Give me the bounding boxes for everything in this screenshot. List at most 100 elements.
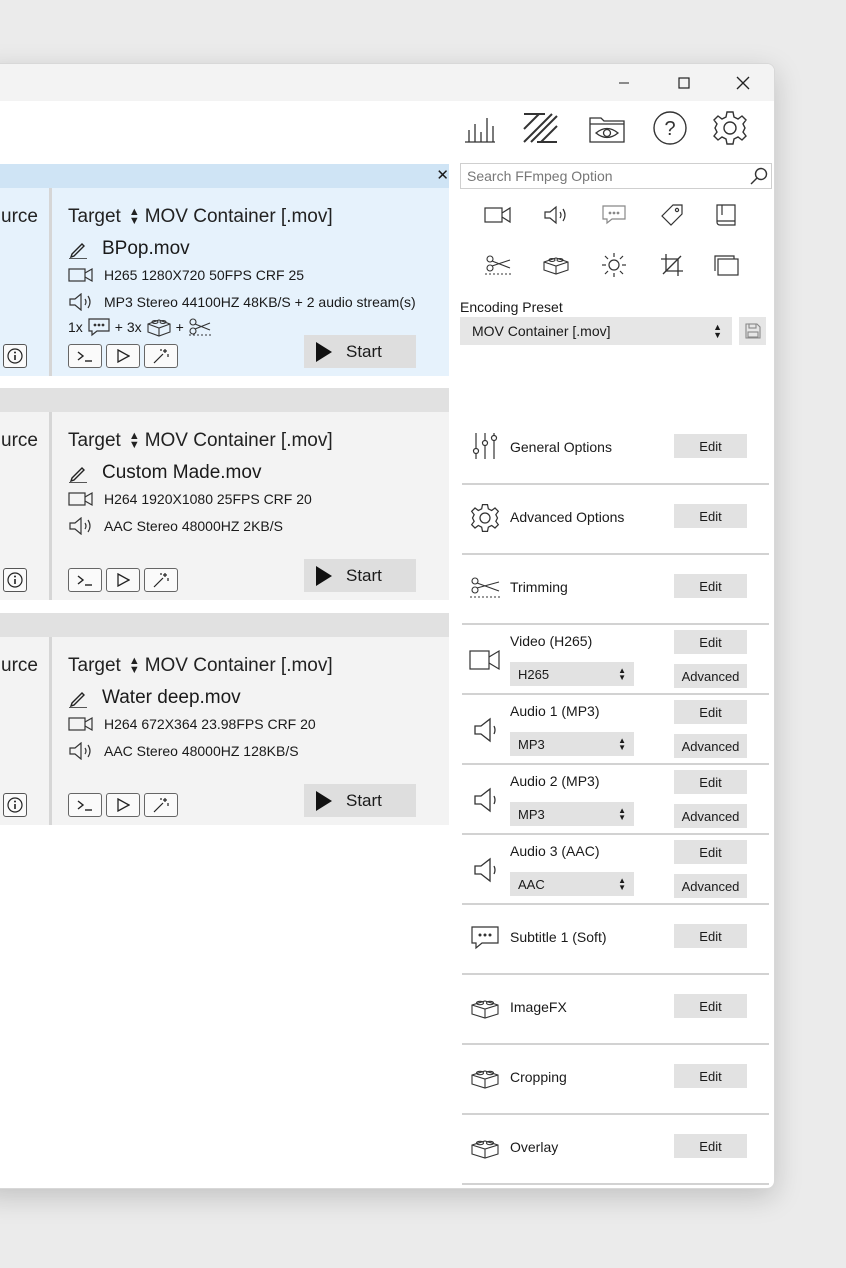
preview-button[interactable] — [106, 344, 140, 368]
codec-dropdown[interactable]: AAC ▲ ▼ — [510, 872, 634, 896]
job-card[interactable]: urce Target ▲ ▼ MOV Container [.mov] Wate… — [0, 637, 449, 825]
play-icon — [316, 341, 332, 362]
start-button[interactable]: Start — [304, 784, 416, 817]
info-button[interactable] — [3, 793, 27, 817]
advanced-button[interactable]: Advanced — [674, 734, 747, 758]
bar-chart-icon — [465, 118, 495, 143]
search-icon — [747, 165, 771, 187]
brightness-filter-button[interactable] — [596, 250, 632, 280]
console-button[interactable] — [68, 793, 102, 817]
advanced-button[interactable]: Advanced — [674, 874, 747, 898]
start-button[interactable]: Start — [304, 559, 416, 592]
edit-button[interactable]: Edit — [674, 700, 747, 724]
option-label: Overlay — [510, 1139, 559, 1155]
filename-row[interactable]: Water deep.mov — [68, 687, 241, 709]
edit-button[interactable]: Edit — [674, 434, 747, 458]
stats-button[interactable] — [459, 108, 501, 148]
edit-button[interactable]: Edit — [674, 924, 747, 948]
imagefx-filter-button[interactable] — [538, 250, 574, 280]
console-button[interactable] — [68, 568, 102, 592]
extras-row: 1x + 3x + — [68, 316, 212, 338]
settings-button[interactable] — [709, 108, 751, 148]
help-button[interactable]: ? — [649, 108, 691, 148]
job-header — [0, 388, 449, 412]
save-icon — [744, 323, 761, 339]
updown-arrows-icon: ▲ ▼ — [618, 876, 626, 892]
advanced-button[interactable]: Advanced — [674, 804, 747, 828]
option-subtitle: Subtitle 1 (Soft) Edit — [462, 903, 769, 975]
option-label: Audio 3 (AAC) — [510, 843, 600, 859]
edit-button[interactable]: Edit — [674, 504, 747, 528]
crop-filter-button[interactable] — [654, 250, 690, 280]
filename-row[interactable]: Custom Made.mov — [68, 462, 261, 484]
help-icon: ? — [653, 111, 687, 145]
tag-icon — [661, 204, 683, 226]
lego-brick-icon — [468, 1131, 502, 1165]
close-window-button[interactable] — [720, 68, 766, 98]
speaker-icon — [468, 783, 502, 817]
maximize-button[interactable] — [661, 68, 707, 98]
job-card[interactable]: urce Target ▲ ▼ MOV Container [.mov] Cust… — [0, 412, 449, 600]
video-camera-icon — [68, 716, 93, 732]
audio-filter-button[interactable] — [538, 200, 574, 230]
target-label: Target — [68, 430, 121, 451]
console-button[interactable] — [68, 344, 102, 368]
codec-dropdown[interactable]: MP3 ▲ ▼ — [510, 802, 634, 826]
option-audio-3: Audio 3 (AAC) Edit AAC ▲ ▼ Advanced — [462, 833, 769, 905]
magic-button[interactable] — [144, 793, 178, 817]
target-line[interactable]: Target ▲ ▼ MOV Container [.mov] — [68, 430, 333, 452]
info-button[interactable] — [3, 568, 27, 592]
start-button[interactable]: Start — [304, 335, 416, 368]
edit-button[interactable]: Edit — [674, 1064, 747, 1088]
pencil-icon — [69, 692, 87, 708]
overlay-filter-button[interactable] — [708, 250, 744, 280]
edit-button[interactable]: Edit — [674, 574, 747, 598]
codec-dropdown[interactable]: H265 ▲ ▼ — [510, 662, 634, 686]
job-card[interactable]: urce Target ▲ ▼ MOV Container [.mov] BPop… — [0, 188, 449, 376]
option-imagefx: ImageFX Edit — [462, 973, 769, 1045]
preview-button[interactable] — [106, 793, 140, 817]
edit-button[interactable]: Edit — [674, 1134, 747, 1158]
sort-arrows-icon: ▲ ▼ — [128, 430, 140, 451]
filename: BPop.mov — [102, 238, 190, 259]
encode-button[interactable] — [519, 108, 561, 148]
magic-button[interactable] — [144, 344, 178, 368]
remove-job-button[interactable]: ✕ — [436, 166, 449, 184]
magic-button[interactable] — [144, 568, 178, 592]
search-box[interactable]: Search FFmpeg Option — [460, 163, 772, 189]
sort-arrows-icon: ▲ ▼ — [128, 655, 140, 676]
edit-button[interactable]: Edit — [674, 840, 747, 864]
target-label: Target — [68, 206, 121, 227]
trim-filter-button[interactable] — [480, 250, 516, 280]
magic-wand-icon — [153, 573, 169, 588]
option-overlay: Overlay Edit — [462, 1113, 769, 1185]
chapters-filter-button[interactable] — [708, 200, 744, 230]
container-label: MOV Container [.mov] — [144, 430, 333, 451]
preview-folder-button[interactable] — [586, 108, 628, 148]
option-label: Audio 1 (MP3) — [510, 703, 600, 719]
codec-dropdown[interactable]: MP3 ▲ ▼ — [510, 732, 634, 756]
target-line[interactable]: Target ▲ ▼ MOV Container [.mov] — [68, 206, 333, 228]
option-label: General Options — [510, 439, 612, 455]
magic-wand-icon — [153, 798, 169, 813]
video-filter-button[interactable] — [480, 200, 516, 230]
info-icon — [7, 572, 23, 588]
edit-button[interactable]: Edit — [674, 770, 747, 794]
subtitle-filter-button[interactable] — [596, 200, 632, 230]
target-line[interactable]: Target ▲ ▼ MOV Container [.mov] — [68, 655, 333, 677]
edit-button[interactable]: Edit — [674, 630, 747, 654]
preset-dropdown[interactable]: MOV Container [.mov] ▲ ▼ — [460, 317, 732, 345]
edit-button[interactable]: Edit — [674, 994, 747, 1018]
subtitle-icon — [468, 921, 502, 955]
info-button[interactable] — [3, 344, 27, 368]
option-label: Subtitle 1 (Soft) — [510, 929, 607, 945]
pencil-icon — [69, 243, 87, 259]
video-info: H265 1280X720 50FPS CRF 25 — [104, 267, 305, 283]
minimize-button[interactable] — [601, 68, 647, 98]
tag-filter-button[interactable] — [654, 200, 690, 230]
preview-button[interactable] — [106, 568, 140, 592]
save-preset-button[interactable] — [739, 317, 766, 345]
filename-row[interactable]: BPop.mov — [68, 238, 190, 260]
advanced-button[interactable]: Advanced — [674, 664, 747, 688]
search-input[interactable]: Search FFmpeg Option — [467, 168, 747, 184]
